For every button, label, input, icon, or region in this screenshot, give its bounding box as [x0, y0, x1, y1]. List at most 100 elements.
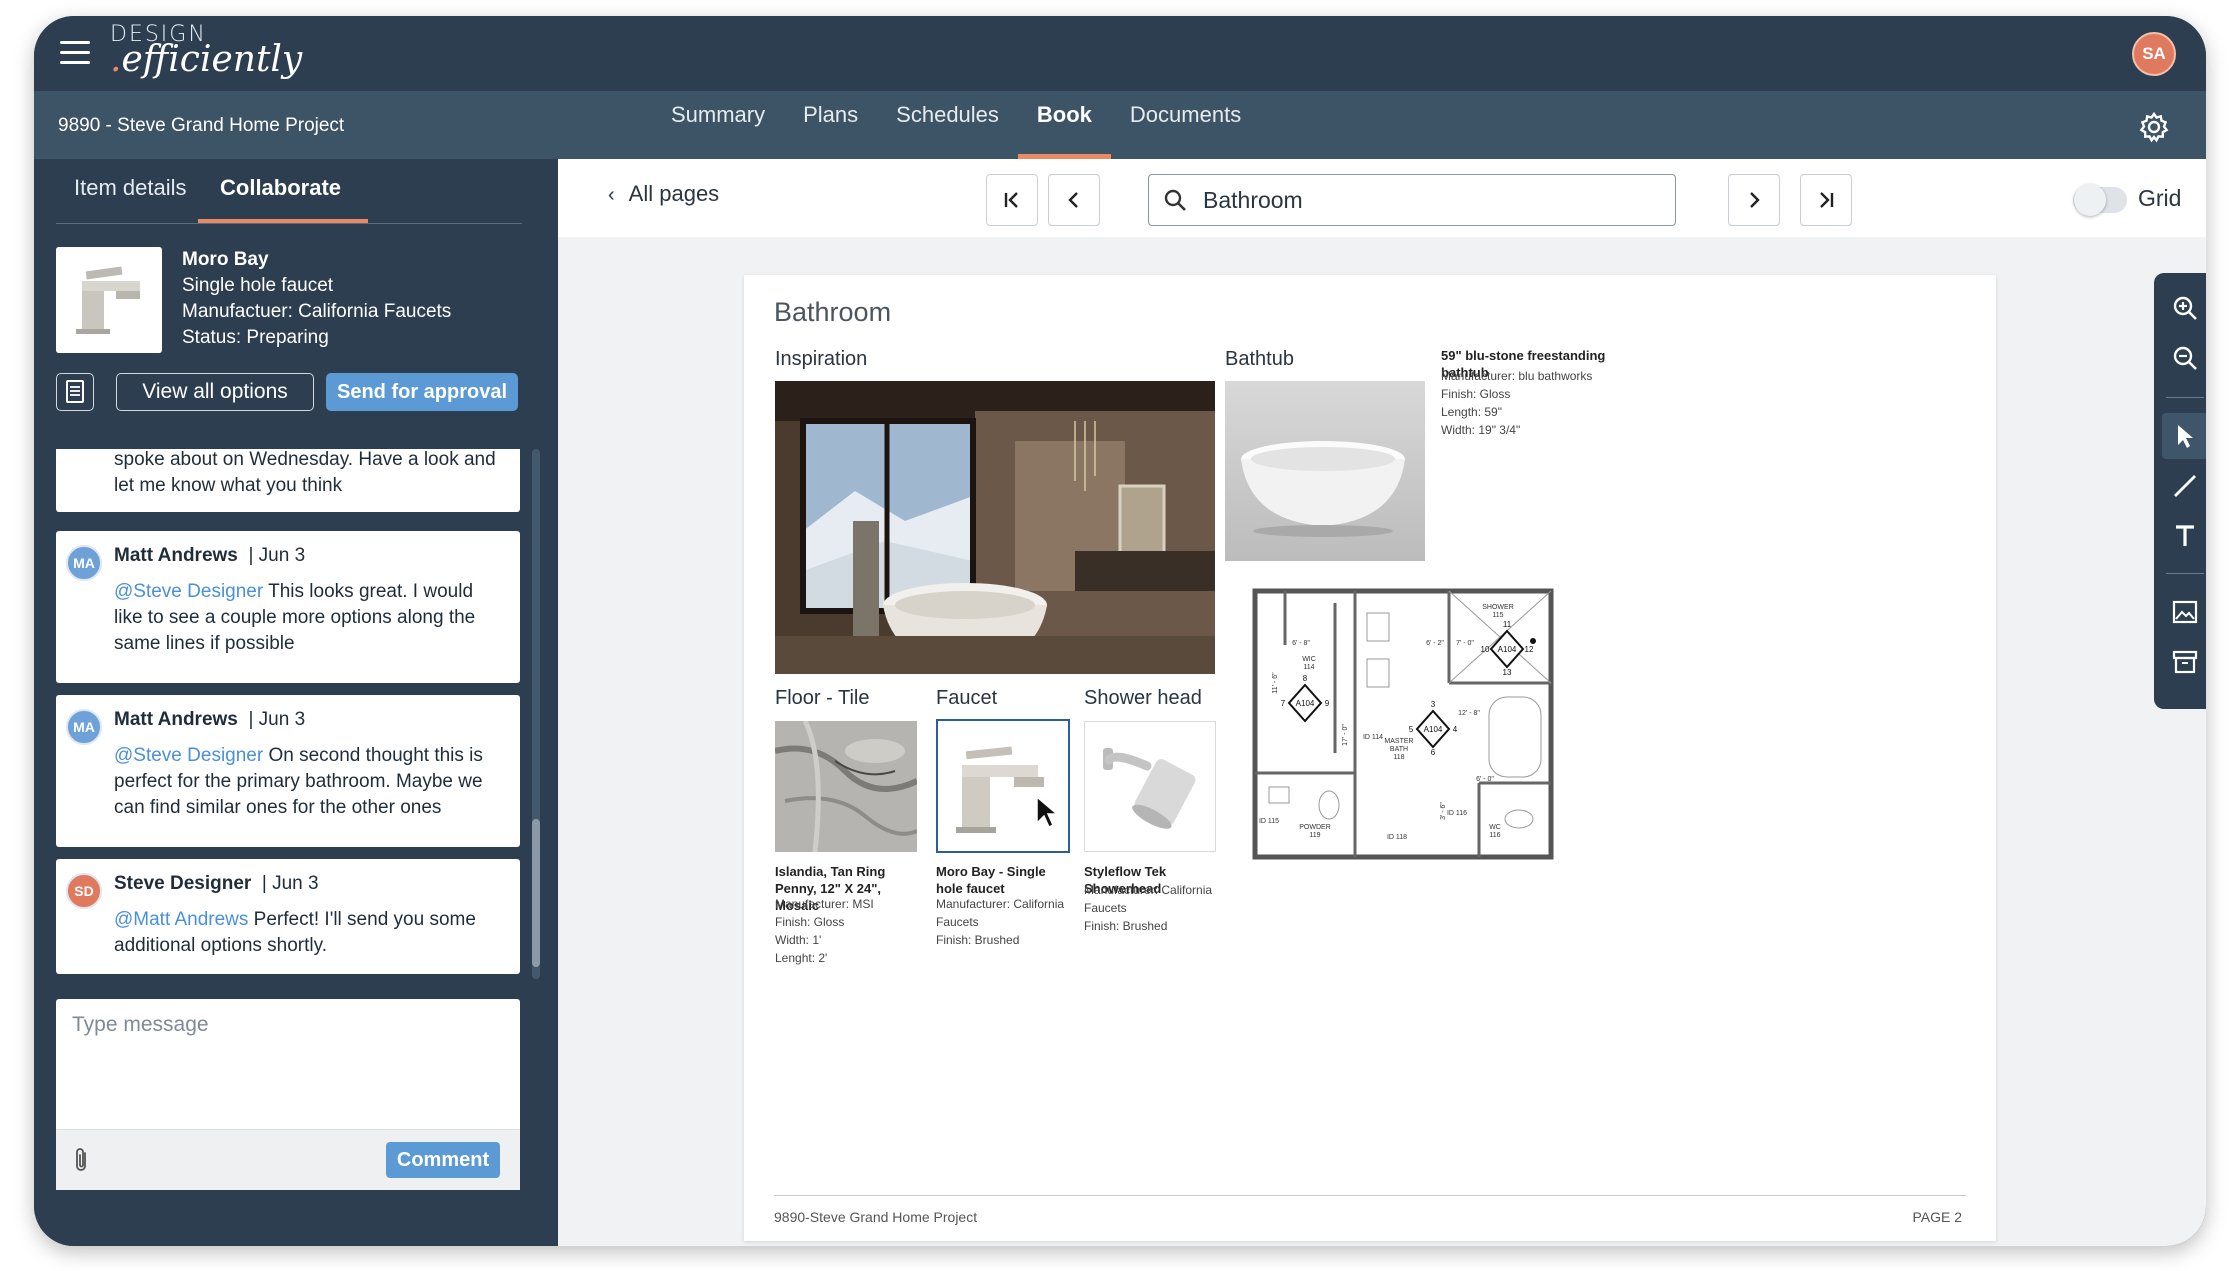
logo-bottom: .efficiently [110, 42, 302, 78]
pointer-icon[interactable] [2162, 413, 2206, 459]
line-icon[interactable] [2162, 463, 2206, 509]
last-page-icon [1820, 192, 1834, 208]
next-page-button[interactable] [1728, 174, 1780, 226]
elevation-number: 8 [1303, 674, 1308, 683]
book-viewer: ‹All pages Grid Bathroom Inspi [558, 159, 2206, 1246]
comment-card: MA Matt Andrews | Jun 3 @Steve Designer … [56, 695, 520, 847]
tab-plans[interactable]: Plans [784, 91, 877, 159]
grid-label: Grid [2138, 185, 2182, 211]
room-label: WIC [1302, 656, 1316, 663]
item-manufacturer: Manufactuer: California Faucets [182, 301, 452, 322]
item-status: Status: Preparing [182, 327, 329, 348]
document-icon[interactable] [56, 373, 94, 411]
dimension: 12' - 8" [1458, 710, 1480, 717]
dimension: 6' - 2" [1426, 640, 1444, 647]
inspiration-image[interactable] [775, 381, 1215, 674]
elevation-number: 13 [1503, 668, 1512, 677]
bathtub-image[interactable] [1225, 381, 1425, 561]
room-label: BATH [1390, 746, 1408, 753]
tab-book[interactable]: Book [1017, 91, 1111, 159]
gear-icon[interactable] [2138, 111, 2170, 143]
elevation-number: 5 [1409, 725, 1414, 734]
zoom-out-icon[interactable] [2162, 335, 2206, 381]
send-for-approval-button[interactable]: Send for approval [326, 373, 518, 411]
dimension: 7' - 0" [1456, 640, 1474, 647]
faucet-image[interactable] [936, 719, 1070, 853]
composer-footer: Comment [56, 1129, 520, 1190]
faucet-thumbnail-image [56, 247, 162, 353]
room-number: 118 [1393, 754, 1404, 761]
mention-link[interactable]: @Steve Designer [114, 745, 263, 766]
shower-head-label: Shower head [1084, 687, 1202, 709]
id-tag: ID 118 [1387, 834, 1407, 841]
prev-page-button[interactable] [1048, 174, 1100, 226]
scrollbar-thumb[interactable] [532, 819, 540, 967]
floor-spec: Finish: Gloss [775, 915, 845, 929]
shower-spec: Finish: Brushed [1084, 919, 1168, 933]
comment-list[interactable]: spoke about on Wednesday. Have a look an… [34, 449, 558, 984]
tab-item-details[interactable]: Item details [74, 175, 187, 201]
archive-icon[interactable] [2162, 639, 2206, 685]
text-icon[interactable] [2162, 513, 2206, 559]
comment-date: | Jun 3 [248, 545, 306, 566]
book-page: Bathroom Inspiration Bathtub 59" blu-sto… [744, 275, 1996, 1241]
page-toolbar: ‹ All pages Grid [558, 159, 2206, 237]
id-tag: ID 116 [1447, 810, 1467, 817]
floor-spec: Width: 1' [775, 933, 822, 947]
mention-link[interactable]: @Steve Designer [114, 581, 263, 602]
avatar: MA [66, 545, 102, 581]
comment-date: | Jun 3 [248, 709, 306, 730]
floor-spec: Manufacturer: MSI [775, 897, 874, 911]
floor-tile-image[interactable] [775, 721, 917, 852]
comment-card: SD Steve Designer | Jun 3 @Matt Andrews … [56, 859, 520, 974]
collaborate-panel: Item details Collaborate Moro Bay Single… [34, 159, 558, 1246]
all-pages-link[interactable]: ‹ All pages [608, 181, 719, 207]
search-input[interactable] [1201, 175, 1665, 225]
bathtub-specs: Manufacturer: blu bathworks Finish: Glos… [1441, 367, 1592, 439]
mention-link[interactable]: @Matt Andrews [114, 909, 248, 930]
shower-head-image[interactable] [1084, 721, 1216, 852]
menu-icon[interactable] [60, 41, 90, 65]
tab-summary[interactable]: Summary [652, 91, 784, 159]
elevation-tag: A104 [1498, 645, 1517, 654]
grid-toggle[interactable] [2073, 184, 2127, 216]
comment-author: Matt Andrews [114, 545, 238, 566]
floor-tile-label: Floor - Tile [775, 687, 870, 709]
comment-header: Matt Andrews | Jun 3 [114, 709, 305, 731]
floor-plan[interactable]: SHOWER 115 WIC 114 MASTER BATH 118 POWDE… [1249, 583, 1559, 867]
view-all-options-button[interactable]: View all options [116, 373, 314, 411]
dimension: 11' - 6" [1272, 672, 1279, 694]
room-number: 114 [1303, 664, 1314, 671]
tab-schedules[interactable]: Schedules [877, 91, 1018, 159]
toggle-knob [2074, 184, 2106, 216]
comment-button[interactable]: Comment [386, 1142, 500, 1178]
comment-author: Matt Andrews [114, 709, 238, 730]
search-icon [1164, 189, 1186, 211]
page-number: PAGE 2 [1912, 1209, 1962, 1225]
user-avatar[interactable]: SA [2132, 32, 2176, 76]
image-icon[interactable] [2162, 589, 2206, 635]
first-page-button[interactable] [986, 174, 1038, 226]
dimension: 3' - 6" [1440, 802, 1447, 820]
elevation-number: 6 [1431, 748, 1436, 757]
next-page-icon [1750, 192, 1760, 208]
bathtub-photo [1225, 381, 1425, 561]
message-input[interactable] [56, 999, 520, 1129]
comment-body: @Matt Andrews Perfect! I'll send you som… [114, 907, 504, 959]
first-page-icon [1004, 192, 1018, 208]
message-composer: Comment [56, 999, 520, 1190]
zoom-in-icon[interactable] [2162, 285, 2206, 331]
last-page-button[interactable] [1800, 174, 1852, 226]
toolbar-divider [2166, 573, 2204, 574]
shower-spec: Manufacturer: California Faucets [1084, 883, 1213, 915]
inspiration-label: Inspiration [775, 348, 868, 370]
tab-documents[interactable]: Documents [1111, 91, 1260, 159]
comment-body: @Steve Designer This looks great. I woul… [114, 579, 504, 657]
faucet-label: Faucet [936, 687, 998, 709]
dimension: 6' - 0" [1476, 776, 1494, 783]
paperclip-icon[interactable] [72, 1146, 92, 1174]
tab-collaborate[interactable]: Collaborate [220, 175, 341, 201]
app-logo[interactable]: DESIGN .efficiently [110, 24, 302, 78]
faucet-title: Moro Bay - Single hole faucet [936, 864, 1046, 896]
comment-body: @Steve Designer On second thought this i… [114, 743, 504, 821]
